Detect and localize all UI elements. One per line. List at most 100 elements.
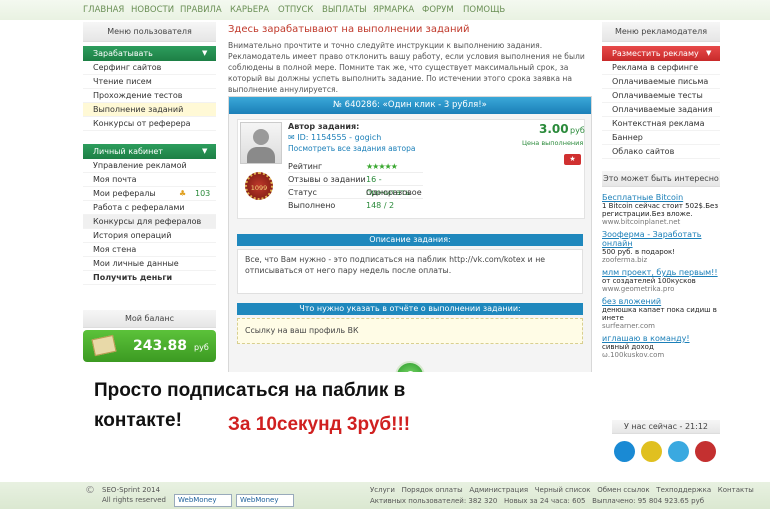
chevron-down-icon: ▼ [202, 147, 208, 155]
menu-item-ad-manage[interactable]: Управление рекламой [83, 159, 216, 173]
author-label: Автор задания: [288, 122, 360, 131]
youtube-icon[interactable] [695, 441, 716, 462]
mail-icon: ✉ [288, 133, 295, 142]
earn-header[interactable]: Зарабатывать ▼ [83, 46, 216, 61]
advertiser-menu: Меню рекламодателя Разместить рекламу ▼ … [602, 22, 720, 363]
footer-stats: Активных пользователей: 382 320 Новых за… [370, 497, 705, 505]
ad-item-tests[interactable]: Оплачиваемые тесты [602, 89, 720, 103]
price-caption: Цена выполнения [522, 139, 584, 147]
ad-item-tasks[interactable]: Оплачиваемые задания [602, 103, 720, 117]
author-id-row[interactable]: ✉ ID: 1154555 - gogich [288, 133, 381, 142]
menu-item-contests[interactable]: Конкурсы от реферера [83, 117, 216, 131]
ad-item-banner[interactable]: Баннер [602, 131, 720, 145]
balance-currency: руб [194, 343, 209, 352]
promo-overlay: Просто подписаться на паблик в контакте!… [86, 372, 612, 480]
user-menu: Меню пользователя Зарабатывать ▼ Серфинг… [83, 22, 216, 285]
cabinet-list: Управление рекламой Моя почта Мои рефера… [83, 159, 216, 285]
webmoney-badge[interactable]: WebMoney [174, 494, 232, 507]
rights-text: All rights reserved [102, 496, 166, 504]
footer: © SEO-Sprint 2014 All rights reserved We… [0, 482, 770, 509]
balance-amount: 243.88 [133, 338, 188, 354]
nav-payouts[interactable]: ВЫПЛАТЫ [322, 5, 367, 15]
nav-rules[interactable]: ПРАВИЛА [180, 5, 222, 15]
page-title: Здесь зарабатывают на выполнении заданий [228, 24, 470, 35]
place-ad-label: Разместить рекламу [612, 49, 699, 58]
nav-home[interactable]: ГЛАВНАЯ [83, 5, 124, 15]
copyright-icon: © [85, 485, 95, 496]
ad-block[interactable]: млм проект, будь первым!! от создателей 1… [602, 268, 720, 293]
rating-stars-icon: ★★★★★ [366, 162, 398, 171]
earn-label: Зарабатывать [93, 49, 153, 58]
cabinet-header[interactable]: Личный кабинет ▼ [83, 144, 216, 159]
description-header: Описание задания: [237, 234, 583, 246]
overlay-promo: За 10секунд 3руб!!! [228, 414, 411, 435]
place-ad-header[interactable]: Разместить рекламу ▼ [602, 46, 720, 61]
ad-block[interactable]: без вложений денюшка капает пока сидиш в … [602, 297, 720, 330]
description-text: Все, что Вам нужно - это подписаться на … [237, 249, 583, 294]
nav-vacation[interactable]: ОТПУСК [278, 5, 313, 15]
menu-item-personal[interactable]: Мои личные данные [83, 257, 216, 271]
main-content: Здесь зарабатывают на выполнении заданий… [228, 22, 592, 396]
balance-widget[interactable]: 243.88 руб [83, 330, 216, 362]
menu-item-withdraw[interactable]: Получить деньги [83, 271, 216, 285]
chevron-down-icon: ▼ [706, 49, 712, 57]
nav-forum[interactable]: ФОРУМ [422, 5, 454, 15]
menu-item-tasks[interactable]: Выполнение заданий [83, 103, 216, 117]
author-id: ID: 1154555 - gogich [297, 133, 382, 142]
favorite-button[interactable]: ★ [564, 154, 581, 165]
ad-item-surf[interactable]: Реклама в серфинге [602, 61, 720, 75]
ad-item-cloud[interactable]: Облако сайтов [602, 145, 720, 159]
user-menu-title: Меню пользователя [83, 22, 216, 42]
menu-item-tests[interactable]: Прохождение тестов [83, 89, 216, 103]
chevron-down-icon: ▼ [202, 49, 208, 57]
nav-career[interactable]: КАРЬЕРА [230, 5, 269, 15]
report-header: Что нужно указать в отчёте о выполнении … [237, 303, 583, 315]
nav-fair[interactable]: ЯРМАРКА [373, 5, 414, 15]
top-nav: ГЛАВНАЯ НОВОСТИ ПРАВИЛА КАРЬЕРА ОТПУСК В… [0, 0, 770, 20]
menu-item-mail[interactable]: Моя почта [83, 173, 216, 187]
menu-item-wall[interactable]: Моя стена [83, 243, 216, 257]
cabinet-label: Личный кабинет [93, 147, 163, 156]
twitter-icon[interactable] [668, 441, 689, 462]
menu-item-ref-contests[interactable]: Конкурсы для рефералов [83, 215, 216, 229]
author-avatar[interactable] [240, 122, 282, 164]
menu-item-ref-work[interactable]: Работа с рефералами [83, 201, 216, 215]
author-tasks-link[interactable]: Посмотреть все задания автора [288, 144, 415, 153]
facebook-icon[interactable] [614, 441, 635, 462]
footer-links[interactable]: Услуги Порядок оплаты Администрация Черн… [370, 486, 754, 494]
webmoney-badge[interactable]: WebMoney [236, 494, 294, 507]
nav-news[interactable]: НОВОСТИ [131, 5, 174, 15]
copyright-text: SEO-Sprint 2014 [102, 486, 161, 494]
overlay-line2: контакте! [94, 410, 182, 431]
stat-done: Выполнено 148 / 2 [288, 201, 395, 210]
menu-item-letters[interactable]: Чтение писем [83, 75, 216, 89]
task-title: № 640286: «Один клик - 3 рубля!» [229, 97, 591, 114]
interesting-ads: Бесплатные Bitcoin 1 Bitcoin сейчас стоит… [602, 193, 720, 359]
price-unit: руб [570, 126, 585, 135]
task-card: 1099 Автор задания: ✉ ID: 1154555 - gogi… [237, 119, 585, 219]
ad-item-context[interactable]: Контекстная реклама [602, 117, 720, 131]
interesting-title: Это может быть интересно [602, 171, 720, 187]
ad-block[interactable]: иглашаю в команду! сивный доход ѡ.100kusko… [602, 334, 720, 359]
ad-block[interactable]: Бесплатные Bitcoin 1 Bitcoin сейчас стоит… [602, 193, 720, 226]
menu-item-surfing[interactable]: Серфинг сайтов [83, 61, 216, 75]
stat-reviews: Отзывы о задании 16 - прочитать [288, 173, 423, 197]
balance-title: Мой баланс [83, 310, 216, 328]
task-price: 3.00 [539, 122, 569, 136]
menu-item-referrals[interactable]: Мои рефералы ♣ 103 [83, 187, 216, 201]
rating-badge: 1099 [245, 172, 273, 200]
money-icon [91, 334, 117, 357]
earn-list: Серфинг сайтов Чтение писем Прохождение … [83, 61, 216, 131]
ad-item-letters[interactable]: Оплачиваемые письма [602, 75, 720, 89]
task-panel: № 640286: «Один клик - 3 рубля!» 1099 Ав… [228, 96, 592, 396]
menu-item-history[interactable]: История операций [83, 229, 216, 243]
task-stats: Рейтинг ★★★★★ Отзывы о задании 16 - прочит… [288, 160, 423, 212]
nav-help[interactable]: ПОМОЩЬ [463, 5, 505, 15]
stat-status: Статус Одноразовое [288, 188, 423, 199]
ad-block[interactable]: Зooферма - Заработать онлайн 500 руб. в п… [602, 230, 720, 264]
google-icon[interactable] [641, 441, 662, 462]
referrals-count: 103 [195, 189, 211, 198]
social-icons [614, 441, 722, 464]
stat-rating: Рейтинг ★★★★★ [288, 160, 423, 173]
current-time: У нас сейчас - 21:12 [612, 420, 720, 434]
